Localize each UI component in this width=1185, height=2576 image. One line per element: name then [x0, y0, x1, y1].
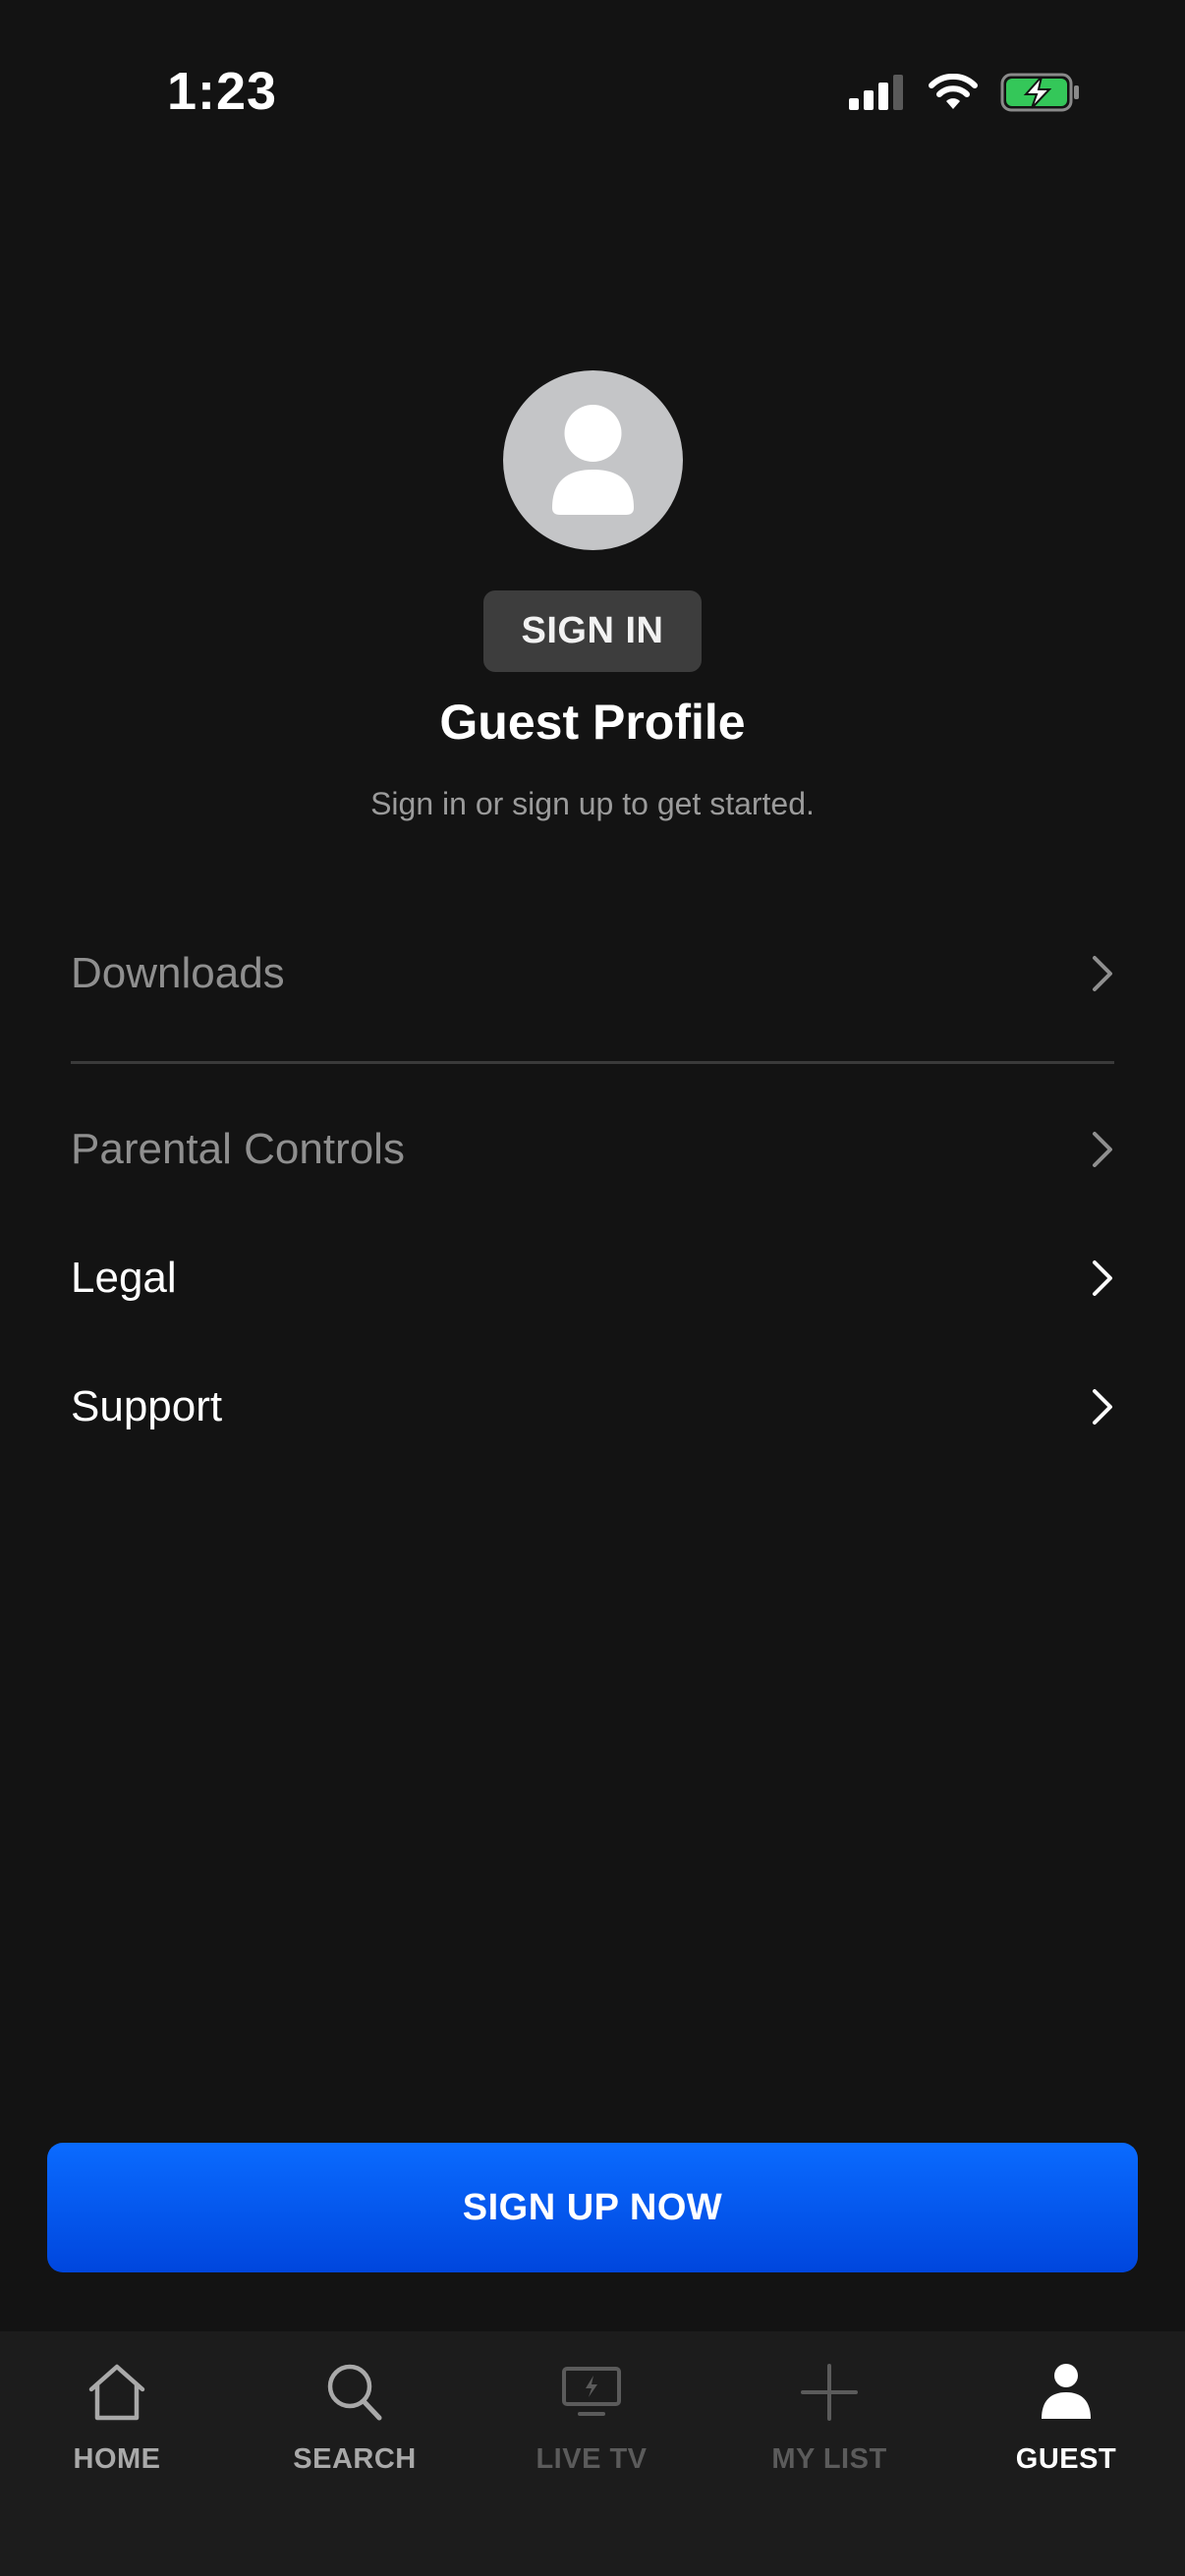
- tab-label: MY LIST: [771, 2443, 887, 2475]
- chevron-right-icon: [1093, 1260, 1112, 1296]
- chevron-right-icon: [1093, 956, 1112, 991]
- menu-item-label: Support: [71, 1382, 223, 1430]
- guest-profile-screen: 1:23 SIGN IN Guest Profile Sign in or si…: [0, 0, 1185, 2576]
- menu-item-support[interactable]: Support: [71, 1358, 1114, 1456]
- battery-charging-icon: [1000, 73, 1079, 112]
- live-tv-icon: [562, 2367, 621, 2416]
- sign-in-button[interactable]: SIGN IN: [483, 590, 702, 672]
- menu-item-label: Downloads: [71, 949, 285, 997]
- profile-title: Guest Profile: [439, 695, 746, 750]
- tab-label: SEARCH: [293, 2443, 417, 2475]
- search-icon: [327, 2364, 382, 2421]
- tab-label: HOME: [73, 2443, 161, 2475]
- chevron-right-icon: [1093, 1132, 1112, 1167]
- status-icons: [849, 73, 1081, 112]
- menu-item-label: Parental Controls: [71, 1125, 405, 1173]
- profile-icon: [1042, 2364, 1091, 2419]
- status-time: 1:23: [167, 62, 278, 121]
- person-silhouette-icon: [552, 405, 634, 515]
- sign-up-now-button[interactable]: SIGN UP NOW: [47, 2143, 1138, 2272]
- plus-icon: [801, 2364, 858, 2421]
- tab-search[interactable]: SEARCH: [247, 2353, 463, 2491]
- tab-live-tv[interactable]: LIVE TV: [483, 2353, 700, 2491]
- menu-divider: [71, 1061, 1114, 1064]
- tab-my-list[interactable]: MY LIST: [721, 2353, 937, 2491]
- tab-label: LIVE TV: [536, 2443, 648, 2475]
- menu-item-downloads[interactable]: Downloads: [71, 924, 1114, 1023]
- tab-home[interactable]: HOME: [9, 2353, 225, 2491]
- wifi-icon: [929, 74, 978, 109]
- tab-guest[interactable]: GUEST: [958, 2353, 1174, 2491]
- profile-subtitle: Sign in or sign up to get started.: [370, 786, 815, 821]
- chevron-right-icon: [1093, 1389, 1112, 1425]
- avatar[interactable]: [503, 370, 683, 550]
- menu-item-label: Legal: [71, 1254, 177, 1302]
- cellular-signal-icon: [849, 75, 903, 110]
- home-icon: [88, 2364, 145, 2421]
- menu-item-parental-controls[interactable]: Parental Controls: [71, 1100, 1114, 1199]
- tab-label: GUEST: [1015, 2443, 1117, 2475]
- menu-item-legal[interactable]: Legal: [71, 1229, 1114, 1327]
- bottom-tab-bar: HOME SEARCH LIVE TV MY LIST GUEST: [0, 2331, 1185, 2576]
